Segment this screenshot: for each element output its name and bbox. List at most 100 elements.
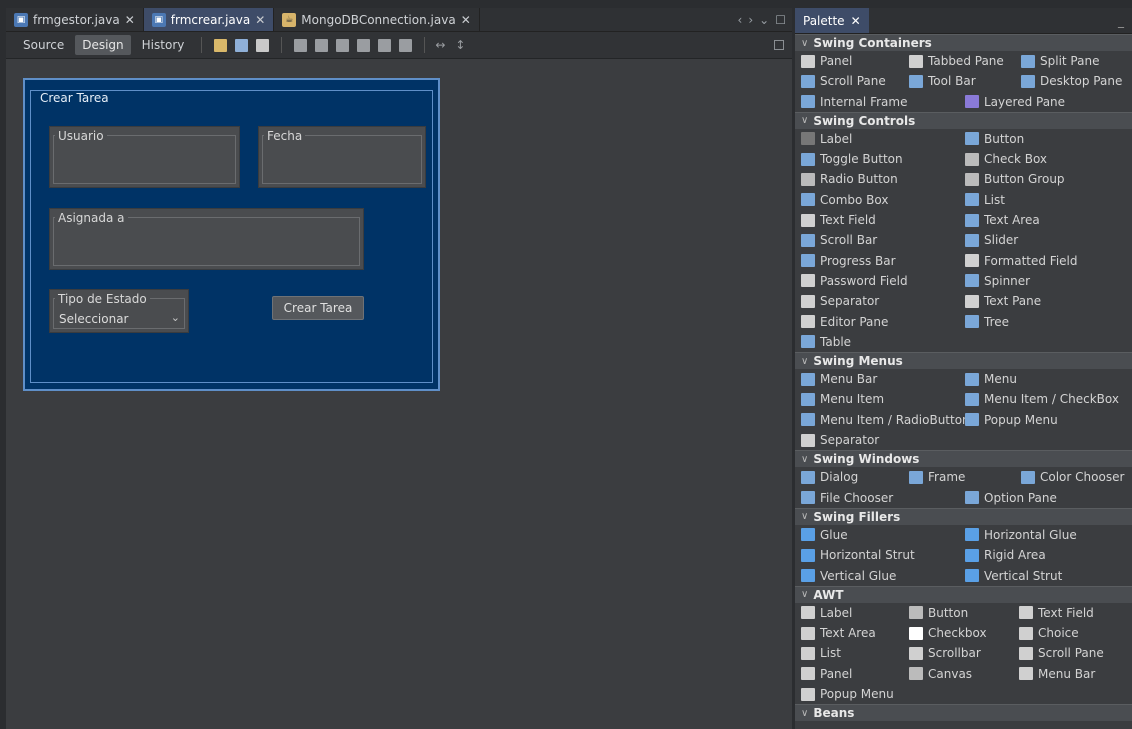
palette-item[interactable]: Menu Item / CheckBox bbox=[965, 389, 1119, 409]
restore-window-icon[interactable] bbox=[774, 40, 784, 50]
palette-item[interactable]: Menu Item / RadioButton bbox=[801, 410, 970, 430]
palette-item[interactable]: Button Group bbox=[965, 169, 1065, 189]
palette-item[interactable]: Scroll Pane bbox=[801, 71, 886, 91]
palette-item[interactable]: Text Area bbox=[801, 623, 876, 643]
palette-category-header[interactable]: ∨ Swing Controls bbox=[795, 111, 1132, 129]
design-canvas[interactable]: Crear Tarea Usuario Fecha Asignada a Tip… bbox=[6, 59, 792, 729]
palette-category-header[interactable]: ∨ Swing Containers bbox=[795, 34, 1132, 51]
palette-item[interactable]: Toggle Button bbox=[801, 149, 903, 169]
palette-item[interactable]: Split Pane bbox=[1021, 51, 1099, 71]
palette-item[interactable]: Separator bbox=[801, 291, 879, 311]
palette-item[interactable]: Layered Pane bbox=[965, 92, 1065, 112]
palette-item[interactable]: Table bbox=[801, 332, 851, 352]
palette-item[interactable]: Desktop Pane bbox=[1021, 71, 1122, 91]
minimize-icon[interactable]: _ bbox=[1118, 14, 1124, 28]
chevron-down-icon[interactable]: ⌄ bbox=[171, 311, 180, 324]
palette-category-header[interactable]: ∨ AWT bbox=[795, 585, 1132, 603]
palette-item[interactable]: Separator bbox=[801, 430, 879, 450]
fecha-panel[interactable]: Fecha bbox=[258, 126, 426, 188]
horizontal-resize-icon[interactable]: ↔ bbox=[435, 38, 445, 52]
palette-item[interactable]: Canvas bbox=[909, 664, 972, 684]
chevron-left-icon[interactable]: ‹ bbox=[738, 13, 743, 27]
palette-item[interactable]: Tool Bar bbox=[909, 71, 976, 91]
palette-item[interactable]: Button bbox=[909, 603, 968, 623]
palette-category-header[interactable]: ∨ Swing Windows bbox=[795, 450, 1132, 468]
palette-item[interactable]: Menu bbox=[965, 369, 1017, 389]
palette-item[interactable]: Vertical Glue bbox=[801, 566, 896, 586]
source-view-button[interactable]: Source bbox=[16, 35, 71, 55]
palette-item[interactable]: Check Box bbox=[965, 149, 1047, 169]
palette-item[interactable]: Scrollbar bbox=[909, 643, 981, 663]
tipo-estado-panel[interactable]: Tipo de Estado Seleccionar ⌄ bbox=[49, 289, 189, 333]
palette-item[interactable]: Menu Bar bbox=[1019, 664, 1095, 684]
palette-item[interactable]: Radio Button bbox=[801, 169, 898, 189]
palette-item[interactable]: Dialog bbox=[801, 467, 858, 487]
palette-item[interactable]: Text Area bbox=[965, 210, 1040, 230]
palette-item[interactable]: Editor Pane bbox=[801, 312, 888, 332]
palette-item[interactable]: Slider bbox=[965, 230, 1018, 250]
align-top-icon[interactable] bbox=[357, 38, 371, 52]
palette-item[interactable]: Menu Bar bbox=[801, 369, 877, 389]
palette-item[interactable]: Frame bbox=[909, 467, 965, 487]
usuario-panel[interactable]: Usuario bbox=[49, 126, 240, 188]
palette-item[interactable]: Scroll Pane bbox=[1019, 643, 1104, 663]
chevron-down-icon[interactable]: ⌄ bbox=[759, 13, 769, 27]
palette-item[interactable]: Formatted Field bbox=[965, 251, 1078, 271]
tab-palette[interactable]: Palette ✕ bbox=[795, 8, 869, 33]
selection-mode-icon[interactable] bbox=[214, 38, 228, 52]
palette-item[interactable]: Glue bbox=[801, 525, 848, 545]
palette-category-header[interactable]: ∨ Swing Menus bbox=[795, 352, 1132, 370]
palette-category-header[interactable]: ∨ Swing Fillers bbox=[795, 507, 1132, 525]
align-left-icon[interactable] bbox=[294, 38, 308, 52]
palette-item[interactable]: Horizontal Glue bbox=[965, 525, 1077, 545]
align-bottom-icon[interactable] bbox=[378, 38, 392, 52]
palette-item[interactable]: Spinner bbox=[965, 271, 1030, 291]
palette-item[interactable]: Combo Box bbox=[801, 190, 889, 210]
palette-item[interactable]: Panel bbox=[801, 51, 852, 71]
palette-item[interactable]: Progress Bar bbox=[801, 251, 896, 271]
palette-item[interactable]: Color Chooser bbox=[1021, 467, 1124, 487]
palette-item[interactable]: Text Field bbox=[801, 210, 876, 230]
form-jframe[interactable]: Crear Tarea Usuario Fecha Asignada a Tip… bbox=[23, 78, 440, 391]
close-icon[interactable]: ✕ bbox=[851, 14, 861, 28]
align-right-icon[interactable] bbox=[315, 38, 329, 52]
vertical-resize-icon[interactable]: ↕ bbox=[455, 38, 465, 52]
palette-item[interactable]: Horizontal Strut bbox=[801, 545, 915, 565]
palette-item[interactable]: Tree bbox=[965, 312, 1009, 332]
palette-item[interactable]: Label bbox=[801, 603, 852, 623]
asignada-panel[interactable]: Asignada a bbox=[49, 208, 364, 270]
palette-item[interactable]: Label bbox=[801, 129, 852, 149]
close-icon[interactable]: ✕ bbox=[461, 13, 471, 27]
tab-frmcrear[interactable]: ▣ frmcrear.java ✕ bbox=[143, 8, 275, 31]
palette-item[interactable]: Password Field bbox=[801, 271, 908, 291]
palette-item[interactable]: Popup Menu bbox=[801, 684, 894, 704]
palette-category-header[interactable]: ∨ Beans bbox=[795, 704, 1132, 722]
palette-item[interactable]: Text Field bbox=[1019, 603, 1094, 623]
palette-item[interactable]: Popup Menu bbox=[965, 410, 1058, 430]
chevron-right-icon[interactable]: › bbox=[748, 13, 753, 27]
palette-item[interactable]: List bbox=[965, 190, 1005, 210]
palette-item[interactable]: Text Pane bbox=[965, 291, 1041, 311]
history-view-button[interactable]: History bbox=[135, 35, 192, 55]
center-horizontally-icon[interactable] bbox=[336, 38, 350, 52]
palette-item[interactable]: Menu Item bbox=[801, 389, 884, 409]
palette-item[interactable]: Scroll Bar bbox=[801, 230, 877, 250]
palette-item[interactable]: Choice bbox=[1019, 623, 1079, 643]
palette-item[interactable]: Internal Frame bbox=[801, 92, 907, 112]
palette-item[interactable]: Vertical Strut bbox=[965, 566, 1062, 586]
connection-mode-icon[interactable] bbox=[235, 38, 249, 52]
close-icon[interactable]: ✕ bbox=[255, 13, 265, 27]
estado-combo-value[interactable]: Seleccionar bbox=[59, 312, 128, 326]
palette-item[interactable]: Panel bbox=[801, 664, 852, 684]
palette-item[interactable]: File Chooser bbox=[801, 488, 893, 508]
palette-item[interactable]: List bbox=[801, 643, 841, 663]
design-view-button[interactable]: Design bbox=[75, 35, 131, 55]
close-icon[interactable]: ✕ bbox=[125, 13, 135, 27]
crear-tarea-button[interactable]: Crear Tarea bbox=[272, 296, 364, 320]
maximize-icon[interactable]: ☐ bbox=[775, 13, 786, 27]
palette-item[interactable]: Tabbed Pane bbox=[909, 51, 1004, 71]
preview-design-icon[interactable] bbox=[256, 38, 270, 52]
palette-item[interactable]: Checkbox bbox=[909, 623, 987, 643]
center-vertically-icon[interactable] bbox=[399, 38, 413, 52]
palette-item[interactable]: Option Pane bbox=[965, 488, 1057, 508]
